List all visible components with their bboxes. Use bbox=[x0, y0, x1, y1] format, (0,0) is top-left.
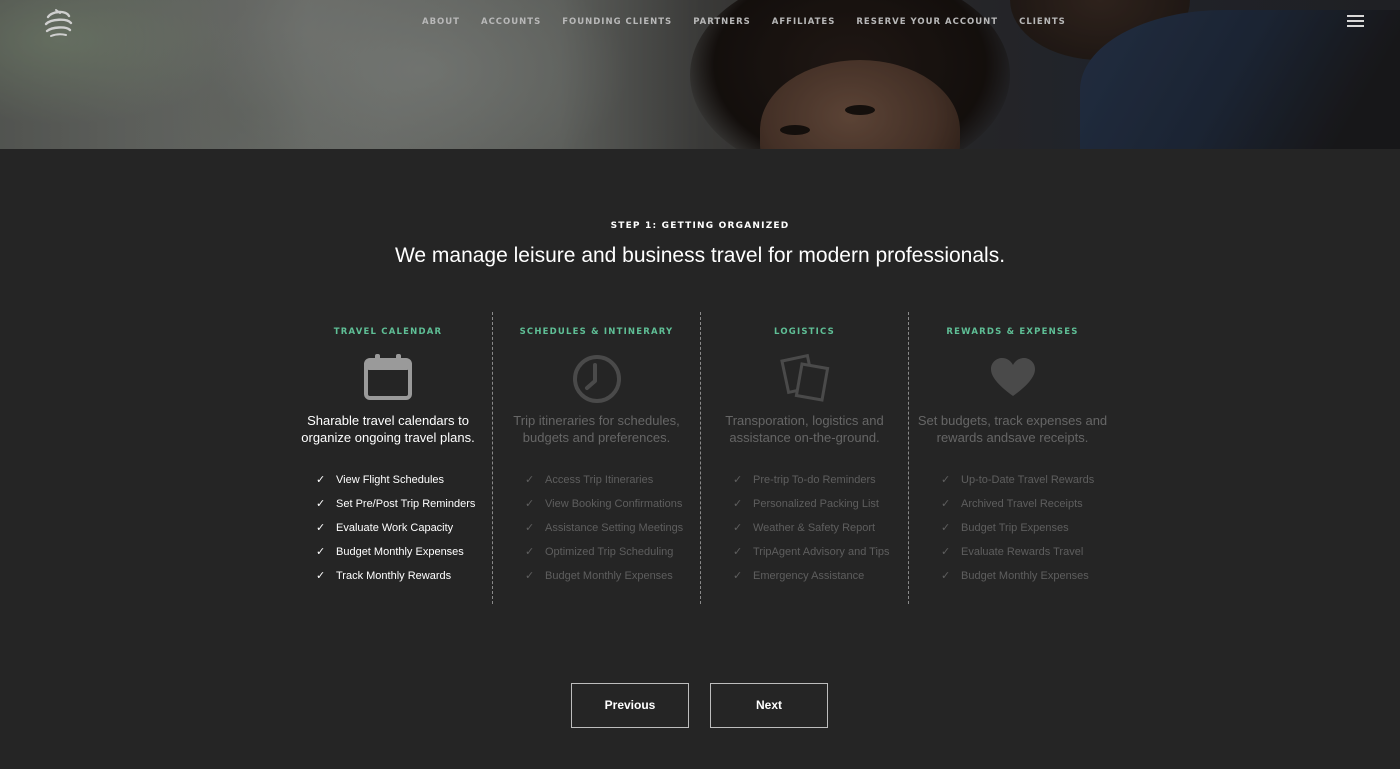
list-item-label: Budget Monthly Expenses bbox=[545, 570, 673, 582]
column-description: Sharable travel calendars to organize on… bbox=[301, 413, 475, 445]
feature-columns: TRAVEL CALENDAR Sharable travel calendar… bbox=[284, 312, 1116, 604]
check-icon: ✓ bbox=[316, 498, 326, 510]
column-description: Trip itineraries for schedules, budgets … bbox=[513, 413, 680, 445]
column-feature-list: ✓ Up-to-Date Travel Rewards ✓ Archived Tra… bbox=[909, 473, 1116, 593]
list-item: ✓ Assistance Setting Meetings bbox=[525, 521, 700, 545]
check-icon: ✓ bbox=[941, 498, 951, 510]
column-title: TRAVEL CALENDAR bbox=[333, 327, 443, 337]
documents-icon bbox=[779, 353, 829, 402]
list-item-label: Assistance Setting Meetings bbox=[545, 522, 684, 534]
nav-link-affiliates[interactable]: AFFILIATES bbox=[772, 15, 836, 29]
heart-icon bbox=[990, 358, 1035, 396]
list-item: ✓ Evaluate Rewards Travel bbox=[941, 545, 1116, 569]
list-item-label: Evaluate Rewards Travel bbox=[961, 546, 1084, 558]
calendar-icon bbox=[364, 354, 412, 400]
list-item-label: Budget Monthly Expenses bbox=[961, 570, 1089, 582]
list-item: ✓ Up-to-Date Travel Rewards bbox=[941, 473, 1116, 497]
list-item: ✓ Set Pre/Post Trip Reminders bbox=[316, 497, 492, 521]
list-item: ✓ TripAgent Advisory and Tips bbox=[733, 545, 908, 569]
check-icon: ✓ bbox=[941, 570, 951, 582]
check-icon: ✓ bbox=[525, 474, 535, 486]
list-item-label: Track Monthly Rewards bbox=[336, 570, 452, 582]
nav-link-reserve-your-account[interactable]: RESERVE YOUR ACCOUNT bbox=[856, 15, 998, 29]
feature-column-rewards-expenses[interactable]: REWARDS & EXPENSES Set budgets, track ex… bbox=[908, 312, 1116, 604]
list-item-label: TripAgent Advisory and Tips bbox=[753, 546, 890, 558]
column-title: REWARDS & EXPENSES bbox=[946, 327, 1079, 337]
list-item: ✓ Personalized Packing List bbox=[733, 497, 908, 521]
list-item: ✓ Budget Trip Expenses bbox=[941, 521, 1116, 545]
check-icon: ✓ bbox=[941, 474, 951, 486]
top-navigation: ABOUT ACCOUNTS FOUNDING CLIENTS PARTNERS… bbox=[422, 15, 1087, 29]
check-icon: ✓ bbox=[525, 498, 535, 510]
check-icon: ✓ bbox=[733, 474, 743, 486]
feature-column-travel-calendar[interactable]: TRAVEL CALENDAR Sharable travel calendar… bbox=[284, 312, 492, 604]
list-item: ✓ Evaluate Work Capacity bbox=[316, 521, 492, 545]
list-item: ✓ Budget Monthly Expenses bbox=[525, 569, 700, 593]
list-item: ✓ Weather & Safety Report bbox=[733, 521, 908, 545]
feature-column-logistics[interactable]: LOGISTICS Transporation, logistics and a… bbox=[700, 312, 908, 604]
check-icon: ✓ bbox=[941, 546, 951, 558]
list-item-label: Personalized Packing List bbox=[753, 498, 879, 510]
check-icon: ✓ bbox=[316, 474, 326, 486]
next-button[interactable]: Next bbox=[710, 683, 828, 728]
check-icon: ✓ bbox=[316, 570, 326, 582]
list-item: ✓ View Flight Schedules bbox=[316, 473, 492, 497]
column-title: LOGISTICS bbox=[774, 327, 835, 337]
list-item: ✓ Budget Monthly Expenses bbox=[941, 569, 1116, 593]
list-item-label: Up-to-Date Travel Rewards bbox=[961, 474, 1095, 486]
list-item-label: Weather & Safety Report bbox=[753, 522, 876, 534]
column-feature-list: ✓ Access Trip Itineraries ✓ View Booking C… bbox=[493, 473, 700, 593]
nav-link-clients[interactable]: CLIENTS bbox=[1019, 15, 1066, 29]
page-headline: We manage leisure and business travel fo… bbox=[394, 244, 1006, 267]
list-item-label: Budget Monthly Expenses bbox=[336, 546, 464, 558]
check-icon: ✓ bbox=[733, 498, 743, 510]
check-icon: ✓ bbox=[316, 546, 326, 558]
list-item-label: Evaluate Work Capacity bbox=[336, 522, 454, 534]
hamburger-menu-icon[interactable] bbox=[1347, 15, 1364, 28]
list-item-label: Archived Travel Receipts bbox=[961, 498, 1083, 510]
column-feature-list: ✓ View Flight Schedules ✓ Set Pre/Post Tri… bbox=[284, 473, 492, 593]
step-label: STEP 1: GETTING ORGANIZED bbox=[610, 221, 790, 231]
list-item: ✓ Emergency Assistance bbox=[733, 569, 908, 593]
globe-logo-icon[interactable] bbox=[42, 7, 74, 39]
list-item: ✓ Access Trip Itineraries bbox=[525, 473, 700, 497]
nav-link-partners[interactable]: PARTNERS bbox=[693, 15, 751, 29]
list-item: ✓ View Booking Confirmations bbox=[525, 497, 700, 521]
clock-icon bbox=[572, 355, 621, 403]
nav-link-about[interactable]: ABOUT bbox=[422, 15, 460, 29]
list-item: ✓ Budget Monthly Expenses bbox=[316, 545, 492, 569]
list-item-label: View Flight Schedules bbox=[336, 474, 445, 486]
column-feature-list: ✓ Pre-trip To-do Reminders ✓ Personalized … bbox=[701, 473, 908, 593]
list-item: ✓ Track Monthly Rewards bbox=[316, 569, 492, 593]
list-item-label: Pre-trip To-do Reminders bbox=[753, 474, 876, 486]
check-icon: ✓ bbox=[525, 546, 535, 558]
check-icon: ✓ bbox=[733, 522, 743, 534]
previous-button[interactable]: Previous bbox=[571, 683, 689, 728]
list-item-label: Set Pre/Post Trip Reminders bbox=[336, 498, 476, 510]
list-item-label: Access Trip Itineraries bbox=[545, 474, 654, 486]
check-icon: ✓ bbox=[733, 570, 743, 582]
list-item-label: Budget Trip Expenses bbox=[961, 522, 1069, 534]
feature-column-schedules-itinerary[interactable]: SCHEDULES & INTINERARY Trip itineraries … bbox=[492, 312, 700, 604]
list-item: ✓ Archived Travel Receipts bbox=[941, 497, 1116, 521]
column-title: SCHEDULES & INTINERARY bbox=[519, 327, 674, 337]
list-item-label: Optimized Trip Scheduling bbox=[545, 546, 674, 558]
list-item-label: View Booking Confirmations bbox=[545, 498, 683, 510]
nav-link-accounts[interactable]: ACCOUNTS bbox=[481, 15, 541, 29]
nav-link-founding-clients[interactable]: FOUNDING CLIENTS bbox=[562, 15, 672, 29]
check-icon: ✓ bbox=[525, 522, 535, 534]
check-icon: ✓ bbox=[941, 522, 951, 534]
list-item: ✓ Pre-trip To-do Reminders bbox=[733, 473, 908, 497]
check-icon: ✓ bbox=[525, 570, 535, 582]
list-item-label: Emergency Assistance bbox=[753, 570, 865, 582]
column-description: Transporation, logistics and assistance … bbox=[725, 413, 884, 445]
check-icon: ✓ bbox=[316, 522, 326, 534]
check-icon: ✓ bbox=[733, 546, 743, 558]
list-item: ✓ Optimized Trip Scheduling bbox=[525, 545, 700, 569]
column-description: Set budgets, track expenses and rewards … bbox=[917, 413, 1108, 445]
